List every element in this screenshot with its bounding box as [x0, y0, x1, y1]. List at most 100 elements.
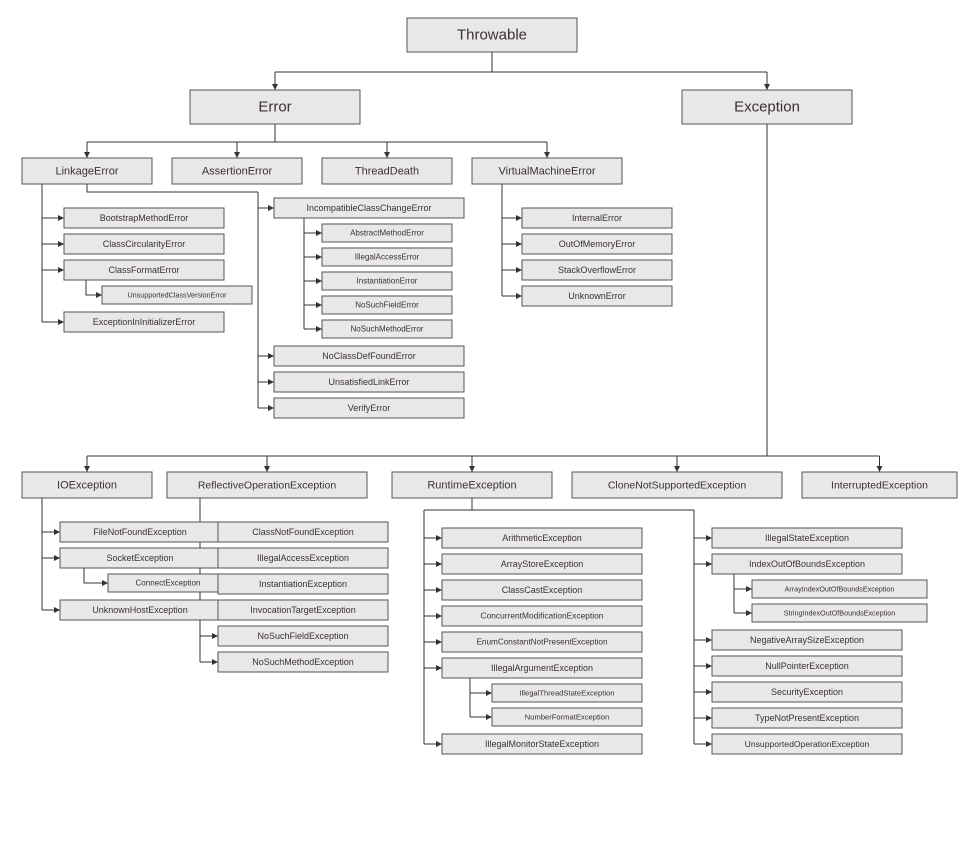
node-label-ClassCircularityError: ClassCircularityError [103, 239, 186, 249]
node-OutOfMemoryError: OutOfMemoryError [522, 234, 672, 254]
node-ClassCircularityError: ClassCircularityError [64, 234, 224, 254]
node-label-OutOfMemoryError: OutOfMemoryError [559, 239, 636, 249]
node-label-InstantiationException: InstantiationException [259, 579, 347, 589]
node-BootstrapMethodError: BootstrapMethodError [64, 208, 224, 228]
node-label-ThreadDeath: ThreadDeath [355, 165, 419, 177]
node-label-NoSuchMethodException: NoSuchMethodException [252, 657, 354, 667]
node-InvocationTargetException: InvocationTargetException [218, 600, 388, 620]
node-NoSuchMethodError: NoSuchMethodError [322, 320, 452, 338]
node-label-ArrayIndexOutOfBoundsException: ArrayIndexOutOfBoundsException [785, 584, 895, 593]
node-label-StackOverflowError: StackOverflowError [558, 265, 636, 275]
node-label-IllegalThreadStateException: IllegalThreadStateException [520, 689, 615, 698]
node-label-AssertionError: AssertionError [202, 165, 273, 177]
node-NoClassDefFoundError: NoClassDefFoundError [274, 346, 464, 366]
node-AssertionError: AssertionError [172, 158, 302, 184]
node-ReflectiveOperationException: ReflectiveOperationException [167, 472, 367, 498]
node-label-Exception: Exception [734, 98, 800, 115]
node-label-IllegalStateException: IllegalStateException [765, 533, 849, 543]
node-label-ClassNotFoundException: ClassNotFoundException [252, 527, 354, 537]
node-label-UnknownError: UnknownError [568, 291, 626, 301]
node-StringIndexOutOfBoundsException: StringIndexOutOfBoundsException [752, 604, 927, 622]
node-SecurityException: SecurityException [712, 682, 902, 702]
node-ExceptionInInitializerError: ExceptionInInitializerError [64, 312, 224, 332]
node-label-IndexOutOfBoundsException: IndexOutOfBoundsException [749, 559, 865, 569]
node-label-NoClassDefFoundError: NoClassDefFoundError [322, 351, 416, 361]
node-EnumConstantNotPresentException: EnumConstantNotPresentException [442, 632, 642, 652]
node-label-RuntimeException: RuntimeException [427, 479, 516, 491]
node-Exception: Exception [682, 90, 852, 124]
edge [87, 184, 258, 192]
node-label-ConnectException: ConnectException [136, 579, 201, 588]
node-VirtualMachineError: VirtualMachineError [472, 158, 622, 184]
throwable-hierarchy-diagram: ThrowableErrorExceptionLinkageErrorAsser… [12, 12, 965, 842]
node-NumberFormatException: NumberFormatException [492, 708, 642, 726]
node-label-IllegalAccessError: IllegalAccessError [355, 253, 420, 262]
node-LinkageError: LinkageError [22, 158, 152, 184]
node-InstantiationException: InstantiationException [218, 574, 388, 594]
node-ArrayStoreException: ArrayStoreException [442, 554, 642, 574]
node-UnsatisfiedLinkError: UnsatisfiedLinkError [274, 372, 464, 392]
node-NullPointerException: NullPointerException [712, 656, 902, 676]
node-label-ConcurrentModificationException: ConcurrentModificationException [481, 611, 604, 621]
node-label-FileNotFoundException: FileNotFoundException [93, 527, 187, 537]
node-NoSuchFieldError: NoSuchFieldError [322, 296, 452, 314]
node-label-UnsupportedClassVersionError: UnsupportedClassVersionError [127, 290, 227, 299]
node-UnsupportedClassVersionError: UnsupportedClassVersionError [102, 286, 252, 304]
node-UnknownError: UnknownError [522, 286, 672, 306]
node-NegativeArraySizeException: NegativeArraySizeException [712, 630, 902, 650]
node-ClassFormatError: ClassFormatError [64, 260, 224, 280]
node-label-Error: Error [258, 98, 291, 115]
node-label-InvocationTargetException: InvocationTargetException [250, 605, 356, 615]
node-label-ArrayStoreException: ArrayStoreException [501, 559, 584, 569]
node-label-SocketException: SocketException [106, 553, 173, 563]
node-label-InterruptedException: InterruptedException [831, 479, 928, 491]
node-FileNotFoundException: FileNotFoundException [60, 522, 220, 542]
node-ClassNotFoundException: ClassNotFoundException [218, 522, 388, 542]
node-label-NullPointerException: NullPointerException [765, 661, 849, 671]
node-IOException: IOException [22, 472, 152, 498]
node-IllegalThreadStateException: IllegalThreadStateException [492, 684, 642, 702]
node-label-AbstractMethodError: AbstractMethodError [350, 229, 424, 238]
node-label-IllegalMonitorStateException: IllegalMonitorStateException [485, 739, 599, 749]
node-label-IncompatibleClassChangeError: IncompatibleClassChangeError [306, 203, 431, 213]
node-ArrayIndexOutOfBoundsException: ArrayIndexOutOfBoundsException [752, 580, 927, 598]
node-NoSuchFieldException: NoSuchFieldException [218, 626, 388, 646]
node-CloneNotSupportedException: CloneNotSupportedException [572, 472, 782, 498]
node-IllegalMonitorStateException: IllegalMonitorStateException [442, 734, 642, 754]
node-label-SecurityException: SecurityException [771, 687, 843, 697]
node-InterruptedException: InterruptedException [802, 472, 957, 498]
node-ConcurrentModificationException: ConcurrentModificationException [442, 606, 642, 626]
node-label-NoSuchFieldException: NoSuchFieldException [257, 631, 348, 641]
edge [84, 568, 108, 583]
node-AbstractMethodError: AbstractMethodError [322, 224, 452, 242]
node-StackOverflowError: StackOverflowError [522, 260, 672, 280]
node-label-TypeNotPresentException: TypeNotPresentException [755, 713, 859, 723]
node-label-ReflectiveOperationException: ReflectiveOperationException [198, 479, 336, 491]
node-label-EnumConstantNotPresentException: EnumConstantNotPresentException [476, 638, 608, 647]
node-label-VirtualMachineError: VirtualMachineError [498, 165, 595, 177]
node-InstantiationError: InstantiationError [322, 272, 452, 290]
node-label-LinkageError: LinkageError [56, 165, 119, 177]
node-label-StringIndexOutOfBoundsException: StringIndexOutOfBoundsException [784, 608, 895, 617]
node-label-NumberFormatException: NumberFormatException [525, 713, 609, 722]
node-NoSuchMethodException: NoSuchMethodException [218, 652, 388, 672]
node-label-IOException: IOException [57, 479, 117, 491]
node-label-ArithmeticException: ArithmeticException [502, 533, 582, 543]
node-ArithmeticException: ArithmeticException [442, 528, 642, 548]
node-ThreadDeath: ThreadDeath [322, 158, 452, 184]
node-SocketException: SocketException [60, 548, 220, 568]
node-label-VerifyError: VerifyError [348, 403, 391, 413]
node-UnsupportedOperationException: UnsupportedOperationException [712, 734, 902, 754]
node-ConnectException: ConnectException [108, 574, 228, 592]
node-IllegalStateException: IllegalStateException [712, 528, 902, 548]
node-TypeNotPresentException: TypeNotPresentException [712, 708, 902, 728]
node-IllegalArgumentException: IllegalArgumentException [442, 658, 642, 678]
node-Error: Error [190, 90, 360, 124]
node-label-IllegalArgumentException: IllegalArgumentException [491, 663, 593, 673]
node-label-InternalError: InternalError [572, 213, 622, 223]
node-label-UnsupportedOperationException: UnsupportedOperationException [745, 739, 870, 749]
node-UnknownHostException: UnknownHostException [60, 600, 220, 620]
node-label-ExceptionInInitializerError: ExceptionInInitializerError [93, 317, 196, 327]
node-label-NegativeArraySizeException: NegativeArraySizeException [750, 635, 864, 645]
node-label-InstantiationError: InstantiationError [357, 277, 418, 286]
